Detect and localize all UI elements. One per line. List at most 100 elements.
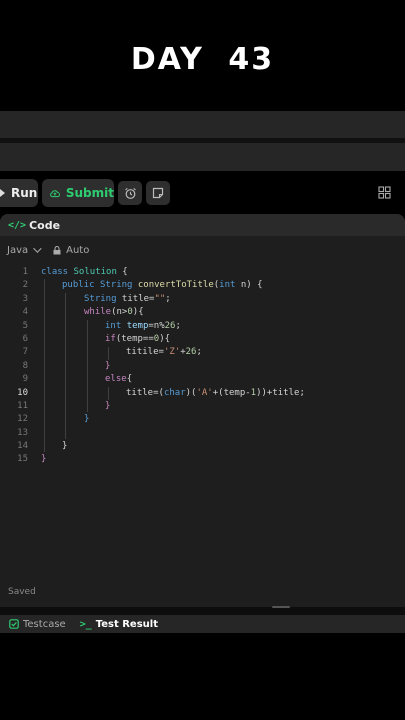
token: String — [84, 293, 117, 304]
token: int — [219, 280, 236, 291]
line-number: 10 — [17, 387, 28, 398]
token: +(temp- — [212, 387, 251, 398]
code-line: 4 while(n>0){ — [0, 306, 405, 319]
code-line: 1 class Solution { — [0, 266, 405, 279]
line-number: 9 — [22, 374, 28, 385]
token: } — [105, 400, 111, 411]
code-line: 9 else{ — [0, 373, 405, 386]
save-status: Saved — [8, 587, 36, 597]
play-icon — [0, 189, 5, 197]
token: 26 — [185, 347, 197, 358]
terminal-icon: >_ — [79, 618, 92, 630]
token: n) { — [235, 280, 263, 291]
token: while — [84, 307, 112, 318]
lock-icon — [53, 245, 61, 254]
language-select[interactable]: Java — [7, 244, 42, 256]
code-line: 6 if(temp==0){ — [0, 333, 405, 346]
line-number: 7 — [22, 347, 28, 358]
token: if — [105, 333, 116, 344]
token: { — [126, 374, 133, 385]
line-number: 15 — [17, 454, 28, 465]
resize-handle[interactable] — [272, 606, 290, 608]
chevron-down-icon — [33, 244, 42, 253]
code-panel-title: Code — [29, 218, 61, 232]
line-number: 13 — [17, 427, 28, 438]
code-editor[interactable]: 1 class Solution { 2 public String convert… — [0, 266, 405, 467]
code-line: 3 String title=""; — [0, 293, 405, 306]
layout-icon[interactable] — [378, 186, 391, 199]
token: class — [41, 267, 69, 277]
token: 'A' — [196, 387, 213, 398]
token: temp — [126, 320, 149, 331]
code-line: 14} — [0, 440, 405, 453]
token: =n% — [148, 320, 165, 331]
token: convertToTitle — [137, 280, 214, 291]
token: 26 — [164, 320, 176, 331]
mode-label: Auto — [66, 244, 90, 256]
token: char — [163, 387, 186, 398]
panel-divider — [0, 607, 405, 615]
token: (temp== — [115, 333, 154, 344]
run-label: Run — [11, 186, 38, 200]
token: (n> — [111, 307, 128, 318]
language-label: Java — [7, 244, 29, 256]
secondary-bar — [0, 143, 405, 171]
code-line: 8} — [0, 360, 405, 373]
line-number: 3 — [22, 293, 28, 304]
line-number: 11 — [17, 400, 28, 411]
bottom-tabs: Testcase >_ Test Result — [0, 615, 405, 633]
token: titile — [126, 347, 159, 358]
code-line: 7 titile='Z'+26; — [0, 346, 405, 359]
code-line: 11} — [0, 400, 405, 413]
token: )( — [185, 387, 197, 398]
token: =( — [153, 387, 164, 398]
tab-testcase-label: Testcase — [23, 618, 66, 630]
token: 'Z' — [163, 347, 181, 358]
auto-mode-toggle[interactable]: Auto — [53, 245, 89, 256]
token: else — [105, 374, 127, 385]
token: } — [84, 414, 90, 425]
token: Solution — [73, 267, 117, 277]
cloud-upload-icon — [50, 189, 60, 197]
day-title: DAY 43 — [130, 42, 275, 77]
token: } — [62, 441, 68, 452]
code-panel: </> Code Java Auto 1 class Solution { 2 pu… — [0, 214, 405, 607]
line-number: 14 — [17, 441, 28, 452]
token: ){ — [132, 307, 144, 318]
tab-test-result[interactable]: >_ Test Result — [80, 619, 158, 630]
editor-options-bar: Java Auto — [0, 240, 405, 260]
token: public — [62, 280, 95, 291]
tab-testcase[interactable]: Testcase — [9, 619, 66, 630]
code-line-active: 10 title=(char)('A'+(temp-1))+title; — [0, 387, 405, 400]
alarm-clock-button[interactable] — [118, 181, 142, 205]
token: ){ — [159, 333, 171, 344]
note-icon — [152, 187, 164, 199]
token: title — [126, 387, 154, 398]
token: ; — [165, 293, 171, 304]
line-number: 6 — [22, 333, 28, 344]
checkbox-icon — [9, 619, 19, 629]
submit-label: Submit — [65, 186, 114, 200]
line-number: 8 — [22, 360, 28, 371]
code-line: 5 int temp=n%26; — [0, 320, 405, 333]
token: title= — [116, 293, 155, 304]
token: } — [41, 454, 47, 465]
submit-button[interactable]: Submit — [42, 179, 114, 207]
code-panel-header: </> Code — [0, 214, 405, 236]
code-line: 12} — [0, 413, 405, 426]
tab-test-result-label: Test Result — [95, 618, 158, 630]
code-line: 2 public String convertToTitle(int n) { — [0, 279, 405, 292]
code-line: 15} — [0, 453, 405, 466]
editor-toolbar: Run Submit — [0, 179, 405, 207]
token: { — [116, 267, 128, 277]
line-number: 4 — [22, 307, 28, 318]
line-number: 5 — [22, 320, 28, 331]
run-button[interactable]: Run — [0, 179, 38, 207]
top-bar — [0, 111, 405, 138]
line-number: 1 — [22, 267, 28, 277]
code-line: 13 — [0, 427, 405, 440]
line-number: 12 — [17, 414, 28, 425]
line-number: 2 — [22, 280, 28, 291]
notes-button[interactable] — [146, 181, 170, 205]
token: String — [99, 280, 133, 291]
